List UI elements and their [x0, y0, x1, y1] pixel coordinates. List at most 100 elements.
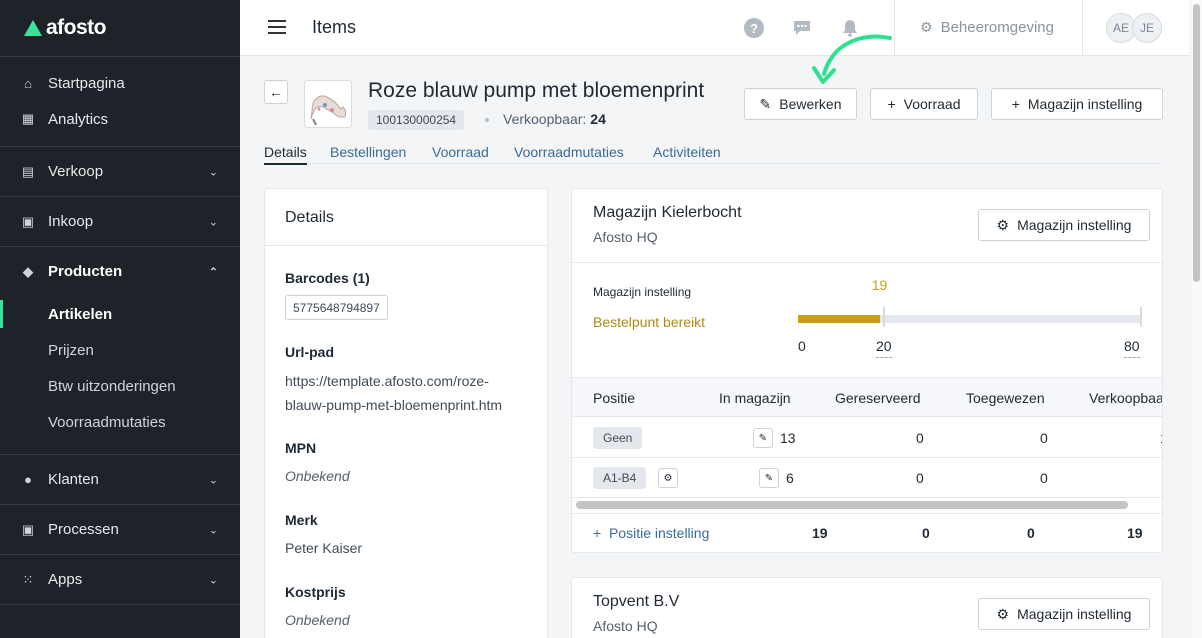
- help-icon[interactable]: ?: [744, 18, 764, 38]
- col-toegewezen: Toegewezen: [966, 390, 1045, 406]
- sidebar-item-verkoop[interactable]: ▤ Verkoop ⌄: [0, 147, 240, 196]
- cell-assigned: 0: [1040, 470, 1048, 486]
- edit-stock-button[interactable]: ✎: [753, 428, 773, 448]
- cell-reserved: 0: [916, 430, 924, 446]
- col-gereserveerd: Gereserveerd: [835, 390, 921, 406]
- details-heading: Details: [265, 189, 547, 246]
- warehouse-card-setting-label: Magazijn instelling: [1017, 217, 1132, 233]
- edit-button[interactable]: ✎ Bewerken: [744, 88, 857, 120]
- tab-activiteiten[interactable]: Activiteiten: [653, 144, 721, 160]
- sidebar-item-label: Apps: [48, 571, 83, 588]
- user-icon: ●: [24, 472, 32, 487]
- warehouse-setting-button[interactable]: + Magazijn instelling: [991, 88, 1163, 120]
- scrollbar-thumb[interactable]: [1193, 4, 1200, 282]
- stock-level-fill: [798, 315, 880, 323]
- stock-button[interactable]: + Voorraad: [870, 88, 978, 120]
- position-chip: A1-B4: [593, 467, 647, 489]
- mpn-label: MPN: [285, 440, 317, 456]
- nav-divider: [0, 604, 240, 605]
- current-stock-value: 19: [871, 277, 888, 293]
- environment-label: Beheeromgeving: [940, 19, 1054, 36]
- process-icon: ▣: [21, 521, 35, 537]
- receipt-icon: ▤: [21, 163, 35, 179]
- barcodes-label: Barcodes (1): [285, 270, 370, 286]
- stock-button-label: Voorraad: [903, 96, 961, 112]
- menu-icon[interactable]: [268, 20, 286, 34]
- sidebar-item-startpagina[interactable]: ⌂ Startpagina: [0, 65, 240, 101]
- table-row: Geen ✎ 13 0 0 13: [572, 418, 1162, 458]
- add-position-link[interactable]: + Positie instelling: [593, 525, 709, 541]
- plus-icon: +: [1011, 96, 1020, 112]
- cell-sellable: 6: [1162, 470, 1163, 486]
- warehouse-card-setting-button[interactable]: ⚙ Magazijn instelling: [978, 598, 1150, 630]
- sidebar-item-klanten[interactable]: ● Klanten ⌄: [0, 455, 240, 504]
- col-verkoopbaar: Verkoopbaar: [1089, 390, 1163, 406]
- col-positie: Positie: [593, 390, 636, 406]
- chevron-down-icon: ⌄: [208, 574, 218, 586]
- brand-logo[interactable]: afosto: [0, 0, 240, 56]
- gear-icon: ⚙: [996, 216, 1010, 233]
- warehouse-card-setting-button[interactable]: ⚙ Magazijn instelling: [978, 209, 1150, 241]
- bar-min-label: 0: [798, 338, 806, 354]
- bar-reorder-label: 20: [876, 338, 892, 358]
- back-button[interactable]: ←: [264, 80, 288, 104]
- pencil-icon: ✎: [759, 95, 772, 112]
- cell-reserved: 0: [916, 470, 924, 486]
- card-divider: [572, 262, 1162, 263]
- cost-value: Onbekend: [285, 612, 350, 628]
- warehouse-name: Topvent B.V: [593, 593, 680, 610]
- tab-voorraad[interactable]: Voorraad: [432, 144, 489, 160]
- total-assigned: 0: [1027, 525, 1035, 541]
- tab-bestellingen[interactable]: Bestellingen: [330, 144, 406, 160]
- sidebar-item-apps[interactable]: ⁙ Apps ⌄: [0, 555, 240, 604]
- vertical-scrollbar[interactable]: [1190, 0, 1202, 638]
- url-value-line2: blauw-pump-met-bloemenprint.htm: [285, 397, 503, 413]
- horizontal-scrollbar[interactable]: [576, 501, 1128, 509]
- chevron-up-icon: ⌃: [208, 266, 218, 278]
- chevron-down-icon: ⌄: [208, 524, 218, 536]
- arrow-left-icon: ←: [269, 84, 283, 100]
- product-thumbnail: [304, 80, 352, 128]
- sidebar-item-analytics[interactable]: ▦ Analytics: [0, 101, 240, 137]
- reorder-tick: [883, 307, 885, 327]
- sidebar-item-label: Klanten: [48, 471, 99, 488]
- sidebar-item-producten[interactable]: ◆ Producten ⌃: [0, 247, 240, 296]
- add-position-label: Positie instelling: [608, 525, 710, 541]
- chevron-down-icon: ⌄: [208, 474, 218, 486]
- sidebar-item-label: Startpagina: [48, 74, 125, 92]
- avatar[interactable]: JE: [1132, 13, 1162, 43]
- url-label: Url-pad: [285, 344, 334, 360]
- sidebar-item-inkoop[interactable]: ▣ Inkoop ⌄: [0, 197, 240, 246]
- sidebar-item-processen[interactable]: ▣ Processen ⌄: [0, 505, 240, 554]
- topbar: Items ? ⚙ Beheeromgeving AE JE: [240, 0, 1190, 56]
- sidebar-item-label: Inkoop: [48, 213, 94, 230]
- home-icon: ⌂: [24, 75, 32, 91]
- warehouse-org: Afosto HQ: [593, 229, 658, 245]
- sidebar-subitem-voorraadmutaties[interactable]: Voorraadmutaties: [0, 404, 240, 440]
- chevron-down-icon: ⌄: [208, 216, 218, 228]
- tab-details[interactable]: Details: [264, 144, 307, 165]
- plus-icon: +: [593, 525, 602, 541]
- sidebar-subitem-artikelen[interactable]: Artikelen: [0, 296, 240, 332]
- brand-name: afosto: [46, 16, 107, 39]
- logo-mark-icon: [24, 20, 42, 36]
- tab-voorraadmutaties[interactable]: Voorraadmutaties: [514, 144, 624, 160]
- sidebar-item-label: Verkoop: [48, 163, 104, 180]
- table-row: A1-B4 ⚙ ✎ 6 0 0 6: [572, 458, 1163, 498]
- total-sellable: 19: [1127, 525, 1143, 541]
- environment-switcher[interactable]: ⚙ Beheeromgeving: [920, 19, 1054, 36]
- stock-setting-label: Magazijn instelling: [593, 285, 692, 299]
- position-settings-button[interactable]: ⚙: [658, 468, 678, 488]
- mpn-value: Onbekend: [285, 468, 350, 484]
- sidebar-subitem-prijzen[interactable]: Prijzen: [0, 332, 240, 368]
- apps-icon: ⁙: [22, 571, 34, 587]
- annotation-arrow-icon: [812, 34, 892, 84]
- inbox-icon: ▣: [21, 213, 35, 229]
- edit-button-label: Bewerken: [779, 96, 842, 112]
- sidebar-subitem-btw[interactable]: Btw uitzonderingen: [0, 368, 240, 404]
- pencil-icon: ✎: [764, 472, 774, 484]
- cell-in-stock: 13: [780, 430, 796, 446]
- edit-stock-button[interactable]: ✎: [759, 468, 779, 488]
- gear-icon: ⚙: [663, 472, 673, 484]
- url-value-line1: https://template.afosto.com/roze-: [285, 373, 489, 389]
